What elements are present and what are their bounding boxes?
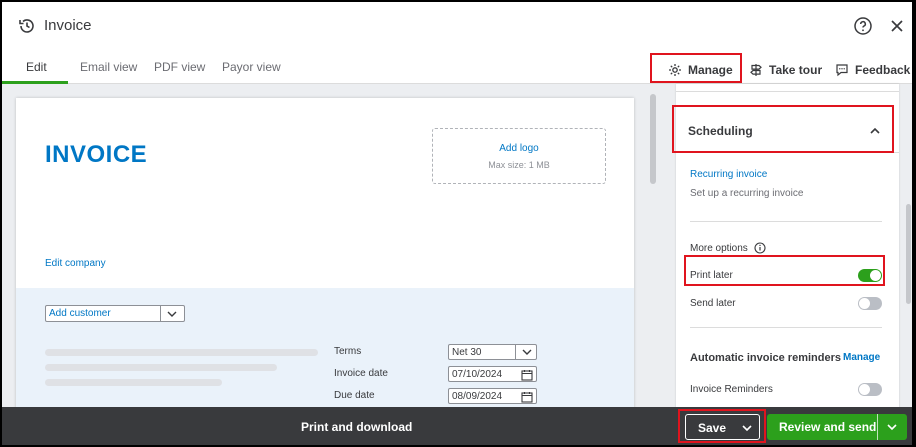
select-divider (160, 306, 161, 321)
print-and-download-button[interactable]: Print and download (301, 420, 412, 434)
feedback-label: Feedback (855, 63, 911, 77)
due-date-value: 08/09/2024 (452, 391, 503, 402)
edit-company-link[interactable]: Edit company (45, 258, 106, 269)
take-tour-button[interactable]: Take tour (749, 58, 822, 82)
send-later-label: Send later (690, 298, 736, 309)
window-header: Invoice (2, 2, 912, 50)
add-logo-link[interactable]: Add logo (433, 143, 605, 154)
address-placeholder-line (45, 349, 318, 356)
feedback-icon (836, 64, 848, 77)
print-later-highlight (684, 255, 885, 286)
reminders-manage-link[interactable]: Manage (843, 352, 880, 363)
recurring-invoice-desc: Set up a recurring invoice (690, 188, 804, 199)
tab-payor-view[interactable]: Payor view (222, 60, 281, 74)
review-and-send-button[interactable]: Review and send (767, 414, 907, 440)
help-icon[interactable] (853, 16, 873, 36)
footer-bar: Print and download Save Review and send (2, 407, 912, 445)
manage-highlight (650, 53, 742, 83)
invoice-date-field[interactable]: 07/10/2024 (448, 366, 537, 382)
info-icon[interactable] (754, 242, 766, 254)
feedback-button[interactable]: Feedback (835, 58, 910, 82)
tab-edit[interactable]: Edit (26, 60, 47, 74)
tab-email-view[interactable]: Email view (80, 60, 137, 74)
chevron-down-icon (522, 349, 532, 355)
save-highlight (678, 409, 766, 443)
invoice-window: Invoice Edit Email view PDF view Payor v… (2, 2, 912, 445)
button-divider (877, 414, 878, 440)
more-options-label: More options (690, 242, 748, 254)
invoice-date-value: 07/10/2024 (452, 369, 503, 380)
more-options-heading: More options (690, 242, 766, 254)
add-customer-select[interactable]: Add customer (45, 305, 185, 322)
logo-max-size: Max size: 1 MB (488, 160, 550, 170)
chevron-down-icon[interactable] (886, 422, 898, 432)
invoice-document: INVOICE Add logo Max size: 1 MB Edit com… (16, 98, 634, 418)
invoice-canvas: INVOICE Add logo Max size: 1 MB Edit com… (2, 84, 660, 418)
terms-select[interactable]: Net 30 (448, 344, 537, 360)
signpost-icon (750, 64, 762, 76)
add-logo-area[interactable]: Add logo Max size: 1 MB (432, 128, 606, 184)
review-and-send-label: Review and send (779, 420, 877, 434)
invoice-reminders-label: Invoice Reminders (690, 384, 773, 395)
option-divider (690, 221, 882, 222)
due-date-field[interactable]: 08/09/2024 (448, 388, 537, 404)
invoice-reminders-toggle[interactable] (858, 383, 882, 396)
calendar-icon[interactable] (521, 391, 533, 403)
take-tour-label: Take tour (769, 63, 823, 77)
due-date-label: Due date (334, 390, 375, 401)
window-title: Invoice (44, 17, 92, 34)
calendar-icon[interactable] (521, 369, 533, 381)
terms-label: Terms (334, 346, 362, 357)
history-icon[interactable] (18, 17, 36, 35)
chevron-down-icon (167, 311, 177, 317)
terms-value: Net 30 (452, 347, 482, 358)
option-divider (690, 327, 882, 328)
add-customer-placeholder: Add customer (49, 308, 111, 319)
recurring-invoice-link[interactable]: Recurring invoice (690, 169, 767, 180)
tab-pdf-view[interactable]: PDF view (154, 60, 205, 74)
invoice-scrollbar[interactable] (648, 84, 660, 407)
panel-top-divider (676, 84, 899, 92)
select-divider (515, 345, 516, 359)
address-placeholder-line (45, 364, 277, 371)
invoice-heading: INVOICE (45, 141, 148, 168)
toggle-knob (859, 384, 870, 395)
panel-scrollbar[interactable] (906, 204, 911, 304)
invoice-date-label: Invoice date (334, 368, 388, 379)
send-later-toggle[interactable] (858, 297, 882, 310)
scrollbar-thumb[interactable] (650, 94, 656, 184)
auto-reminders-title: Automatic invoice reminders (690, 352, 841, 364)
scheduling-highlight (672, 105, 894, 153)
view-tabs: Edit Email view PDF view Payor view Mana… (2, 50, 912, 84)
address-placeholder-line (45, 379, 222, 386)
close-icon[interactable] (888, 17, 906, 35)
customer-section: Add customer Terms Net 30 Invoice date 0… (16, 288, 634, 418)
toggle-knob (859, 298, 870, 309)
